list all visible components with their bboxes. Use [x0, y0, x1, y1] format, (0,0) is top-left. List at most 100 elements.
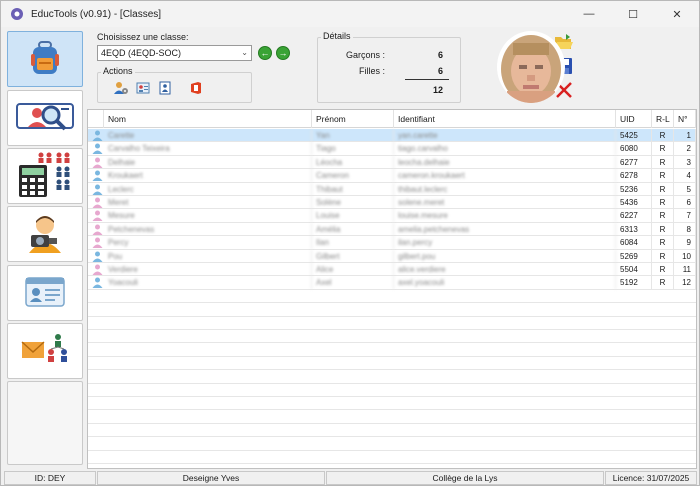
- class-select[interactable]: 4EQD (4EQD-SOC) ⌄: [97, 45, 252, 61]
- girl-icon: [92, 224, 103, 235]
- cell-nom: Petchenevas: [104, 222, 312, 236]
- boy-icon: [92, 170, 103, 182]
- sidebar-empty-slot: [7, 381, 83, 465]
- empty-row: [88, 357, 696, 371]
- cell-rl: R: [652, 236, 674, 250]
- cell-no: 11: [674, 263, 696, 276]
- cell-no: 7: [674, 209, 696, 223]
- class-select-label: Choisissez une classe:: [97, 32, 189, 42]
- table-row[interactable]: Pou Gilbert gilbert.pou 5269 R 10: [88, 249, 696, 263]
- cell-identifiant: louise.mesure: [394, 209, 616, 223]
- table-row[interactable]: Kroukaert Cameron cameron.kroukaert 6278 R 4: [88, 169, 696, 183]
- header-uid[interactable]: UID: [616, 110, 652, 128]
- cell-prenom: Tiago: [312, 142, 394, 156]
- minimize-button[interactable]: —: [567, 1, 611, 27]
- cell-no: 5: [674, 182, 696, 196]
- cell-identifiant: thibaut.leclerc: [394, 182, 616, 196]
- cell-nom: Mesure: [104, 209, 312, 223]
- cell-prenom: Léocha: [312, 155, 394, 169]
- cell-identifiant: ilan.percy: [394, 236, 616, 250]
- arrow-left-icon: ←: [260, 48, 270, 58]
- status-teacher: Deseigne Yves: [97, 471, 325, 485]
- empty-row: [88, 451, 696, 464]
- details-title: Détails: [321, 31, 353, 41]
- cell-identifiant: yan.carette: [394, 129, 616, 142]
- id-card-icon: [25, 277, 65, 309]
- cell-identifiant: axel.yoacouli: [394, 276, 616, 290]
- boy-icon: [92, 184, 103, 195]
- sidebar-item-classes[interactable]: [7, 31, 83, 87]
- empty-row: [88, 410, 696, 424]
- user-settings-icon[interactable]: [113, 80, 129, 96]
- maximize-button[interactable]: ☐: [611, 1, 655, 27]
- header-nom[interactable]: Nom: [104, 110, 312, 128]
- calculator-people-icon: [15, 151, 75, 201]
- next-class-button[interactable]: →: [276, 46, 290, 60]
- boy-icon: [92, 143, 103, 155]
- table-row[interactable]: Petchenevas Amélia amelia.petchenevas 6313 R…: [88, 222, 696, 237]
- sidebar: [5, 29, 85, 469]
- cell-uid: 6080: [616, 142, 652, 156]
- sidebar-item-id-cards[interactable]: [7, 265, 83, 321]
- cell-rl: R: [652, 169, 674, 183]
- cell-nom: Pou: [104, 249, 312, 263]
- cell-prenom: Gilbert: [312, 249, 394, 263]
- cell-nom: Meret: [104, 196, 312, 209]
- header-no[interactable]: N°: [674, 110, 696, 128]
- cell-rl: R: [652, 263, 674, 276]
- sidebar-item-calculator-groups[interactable]: [7, 148, 83, 204]
- cell-identifiant: gilbert.pou: [394, 249, 616, 263]
- boy-icon: [92, 130, 103, 141]
- table-row[interactable]: Carette Yan yan.carette 5425 R 1: [88, 129, 696, 143]
- table-row[interactable]: Delhaie Léocha leocha.delhaie 6277 R 3: [88, 155, 696, 170]
- table-header: Nom Prénom Identifiant UID R-L N°: [88, 110, 696, 128]
- cell-nom: Leclerc: [104, 182, 312, 196]
- empty-row: [88, 370, 696, 384]
- cell-uid: 5192: [616, 276, 652, 290]
- cell-no: 6: [674, 196, 696, 209]
- app-logo-icon: [10, 7, 24, 21]
- girls-label: Filles :: [358, 66, 385, 76]
- sidebar-item-mailing[interactable]: [7, 323, 83, 379]
- export-users-icon[interactable]: [157, 80, 173, 96]
- boy-icon: [92, 251, 103, 262]
- empty-row: [88, 317, 696, 330]
- cell-identifiant: tiago.carvalho: [394, 142, 616, 156]
- cell-prenom: Ilan: [312, 236, 394, 250]
- girl-icon: [92, 210, 103, 222]
- empty-row: [88, 424, 696, 438]
- table-row[interactable]: Carvalho Teixeira Tiago tiago.carvalho 6080…: [88, 142, 696, 156]
- table-row[interactable]: Verdiere Alice alice.verdiere 5504 R 11: [88, 263, 696, 277]
- title-bar: EducTools (v0.91) - [Classes] — ☐ ✕: [1, 1, 699, 27]
- table-row[interactable]: Mesure Louise louise.mesure 6227 R 7: [88, 209, 696, 223]
- table-row[interactable]: Leclerc Thibaut thibaut.leclerc 5236 R 5: [88, 182, 696, 196]
- boy-icon: [92, 277, 103, 289]
- cell-prenom: Thibaut: [312, 182, 394, 196]
- student-photo: [497, 31, 565, 103]
- cell-nom: Yoacouli: [104, 276, 312, 290]
- top-panel: Choisissez une classe: 4EQD (4EQD-SOC) ⌄…: [87, 29, 697, 107]
- header-rl[interactable]: R-L: [652, 110, 674, 128]
- previous-class-button[interactable]: ←: [258, 46, 272, 60]
- status-id: ID: DEY: [4, 471, 96, 485]
- table-row[interactable]: Yoacouli Axel axel.yoacouli 5192 R 12: [88, 276, 696, 290]
- cell-identifiant: amelia.petchenevas: [394, 222, 616, 236]
- sidebar-item-webcam-photo[interactable]: [7, 206, 83, 262]
- close-button[interactable]: ✕: [655, 1, 699, 27]
- cell-uid: 6278: [616, 169, 652, 183]
- girl-icon: [92, 264, 103, 275]
- id-card-edit-icon[interactable]: [135, 80, 151, 96]
- cell-no: 1: [674, 129, 696, 142]
- arrow-right-icon: →: [278, 48, 288, 58]
- cell-no: 10: [674, 249, 696, 263]
- sidebar-item-search-students[interactable]: [7, 90, 83, 146]
- cell-rl: R: [652, 196, 674, 209]
- table-row[interactable]: Percy Ilan ilan.percy 6084 R 9: [88, 236, 696, 250]
- cell-nom: Kroukaert: [104, 169, 312, 183]
- header-identifiant[interactable]: Identifiant: [394, 110, 616, 128]
- header-prenom[interactable]: Prénom: [312, 110, 394, 128]
- office-icon[interactable]: [188, 80, 204, 96]
- table-row[interactable]: Meret Solène solene.meret 5436 R 6: [88, 196, 696, 210]
- students-table: Nom Prénom Identifiant UID R-L N° Carett…: [87, 109, 697, 469]
- cell-uid: 5436: [616, 196, 652, 209]
